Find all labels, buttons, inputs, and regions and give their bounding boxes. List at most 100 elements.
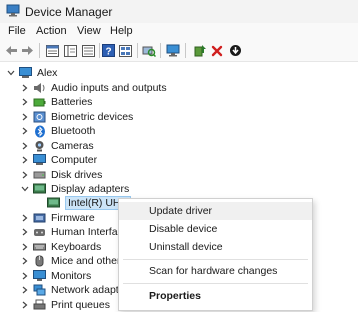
- menu-uninstall-device[interactable]: Uninstall device: [119, 238, 312, 256]
- tree-item-label: Firmware: [51, 212, 95, 224]
- back-arrow-icon[interactable]: [4, 43, 19, 58]
- tree-root-label: Alex: [37, 67, 58, 79]
- forward-arrow-icon[interactable]: [20, 43, 35, 58]
- title-bar: Device Manager: [0, 0, 358, 23]
- chevron-right-icon[interactable]: [20, 124, 30, 138]
- mouse-icon: [33, 255, 46, 267]
- chevron-right-icon[interactable]: [20, 225, 30, 239]
- tree-root[interactable]: Alex: [6, 66, 57, 80]
- printer-icon: [33, 299, 46, 311]
- tree-item-label: Audio inputs and outputs: [51, 82, 167, 94]
- scan-hardware-icon[interactable]: [141, 43, 156, 58]
- uninstall-x-icon[interactable]: [209, 43, 224, 58]
- chevron-right-icon[interactable]: [20, 269, 30, 283]
- properties-grid-icon[interactable]: [45, 43, 60, 58]
- tree-item-label: Bluetooth: [51, 125, 96, 137]
- context-menu: Update driver Disable device Uninstall d…: [118, 198, 313, 311]
- toolbar: ?: [0, 40, 358, 62]
- tree-item-label: Cameras: [51, 140, 94, 152]
- chevron-down-icon[interactable]: [20, 182, 30, 196]
- tree-item-label: Monitors: [51, 270, 92, 282]
- monitor-icon: [33, 270, 46, 282]
- toolbar-separator: [160, 43, 161, 58]
- tree-item-display-adapters[interactable]: Display adapters: [20, 182, 129, 196]
- tree-item-audio[interactable]: Audio inputs and outputs: [20, 81, 167, 95]
- menu-disable-device-label: Disable device: [149, 223, 218, 235]
- tree-item-label: Human Interfac: [51, 226, 123, 238]
- tree-item-batteries[interactable]: Batteries: [20, 95, 92, 109]
- tree-item-monitors[interactable]: Monitors: [20, 269, 91, 283]
- chevron-right-icon[interactable]: [20, 81, 30, 95]
- menu-view[interactable]: View: [77, 25, 101, 37]
- display-adapter-icon: [33, 183, 46, 195]
- chevron-right-icon[interactable]: [20, 298, 30, 312]
- menu-separator: [123, 259, 308, 260]
- menu-scan-hardware[interactable]: Scan for hardware changes: [119, 262, 312, 280]
- menu-separator: [123, 283, 308, 284]
- disk-icon: [33, 169, 46, 181]
- toolbar-separator: [185, 43, 186, 58]
- tree-item-hid[interactable]: Human Interfac: [20, 225, 123, 239]
- tree-item-biometric[interactable]: Biometric devices: [20, 110, 133, 124]
- chevron-right-icon[interactable]: [20, 139, 30, 153]
- chevron-right-icon[interactable]: [20, 240, 30, 254]
- menu-disable-device[interactable]: Disable device: [119, 220, 312, 238]
- monitor-icon[interactable]: [165, 43, 180, 58]
- tree-item-label: Keyboards: [51, 241, 102, 253]
- fingerprint-icon: [33, 111, 46, 123]
- tree-item-label: Display adapters: [51, 183, 130, 195]
- tree-item-label: Network adapte: [51, 284, 125, 296]
- svg-text:?: ?: [105, 47, 111, 58]
- menu-action[interactable]: Action: [36, 25, 67, 37]
- tree-item-bluetooth[interactable]: Bluetooth: [20, 124, 95, 138]
- chevron-down-icon[interactable]: [6, 66, 16, 80]
- tree-item-label: Computer: [51, 154, 98, 166]
- tree-item-label: Disk drives: [51, 169, 103, 181]
- tree-item-firmware[interactable]: Firmware: [20, 211, 95, 225]
- disable-down-icon[interactable]: [228, 43, 243, 58]
- window-title: Device Manager: [25, 5, 113, 19]
- display-adapter-icon: [47, 197, 60, 209]
- menu-bar: File Action View Help: [0, 23, 358, 40]
- toolbar-separator: [99, 43, 100, 58]
- tree-item-mice[interactable]: Mice and other: [20, 254, 120, 268]
- menu-update-driver-label: Update driver: [149, 205, 213, 217]
- toolbar-separator: [39, 43, 40, 58]
- tree-item-network[interactable]: Network adapte: [20, 283, 125, 297]
- tree-item-label: Mice and other: [51, 255, 121, 267]
- network-icon: [33, 284, 46, 296]
- tree-item-computer[interactable]: Computer: [20, 153, 97, 167]
- tree-item-label: Biometric devices: [51, 111, 134, 123]
- chevron-right-icon[interactable]: [20, 211, 30, 225]
- view-icon[interactable]: [118, 43, 133, 58]
- show-hide-tree-icon[interactable]: [63, 43, 78, 58]
- chevron-right-icon[interactable]: [20, 95, 30, 109]
- tree-item-print-queues[interactable]: Print queues: [20, 298, 110, 312]
- menu-help[interactable]: Help: [110, 25, 133, 37]
- chevron-right-icon[interactable]: [20, 168, 30, 182]
- help-icon[interactable]: ?: [101, 43, 116, 58]
- menu-update-driver[interactable]: Update driver: [119, 202, 312, 220]
- keyboard-icon: [33, 241, 46, 253]
- menu-properties[interactable]: Properties: [119, 287, 312, 305]
- menu-file[interactable]: File: [8, 25, 26, 37]
- tree-item-keyboards[interactable]: Keyboards: [20, 240, 101, 254]
- tree-item-cameras[interactable]: Cameras: [20, 139, 94, 153]
- computer-icon: [19, 67, 32, 79]
- firmware-icon: [33, 212, 46, 224]
- update-driver-icon[interactable]: [192, 43, 207, 58]
- chevron-right-icon[interactable]: [20, 110, 30, 124]
- camera-icon: [33, 140, 46, 152]
- tree-item-label: Print queues: [51, 299, 110, 311]
- speaker-icon: [33, 82, 46, 94]
- chevron-right-icon[interactable]: [20, 254, 30, 268]
- bluetooth-icon: [33, 125, 46, 137]
- chevron-right-icon[interactable]: [20, 283, 30, 297]
- menu-scan-hardware-label: Scan for hardware changes: [149, 265, 278, 277]
- battery-icon: [33, 96, 46, 108]
- hid-icon: [33, 226, 46, 238]
- tree-item-disk-drives[interactable]: Disk drives: [20, 168, 102, 182]
- chevron-right-icon[interactable]: [20, 153, 30, 167]
- toolbar-separator: [137, 43, 138, 58]
- view-list-icon[interactable]: [81, 43, 96, 58]
